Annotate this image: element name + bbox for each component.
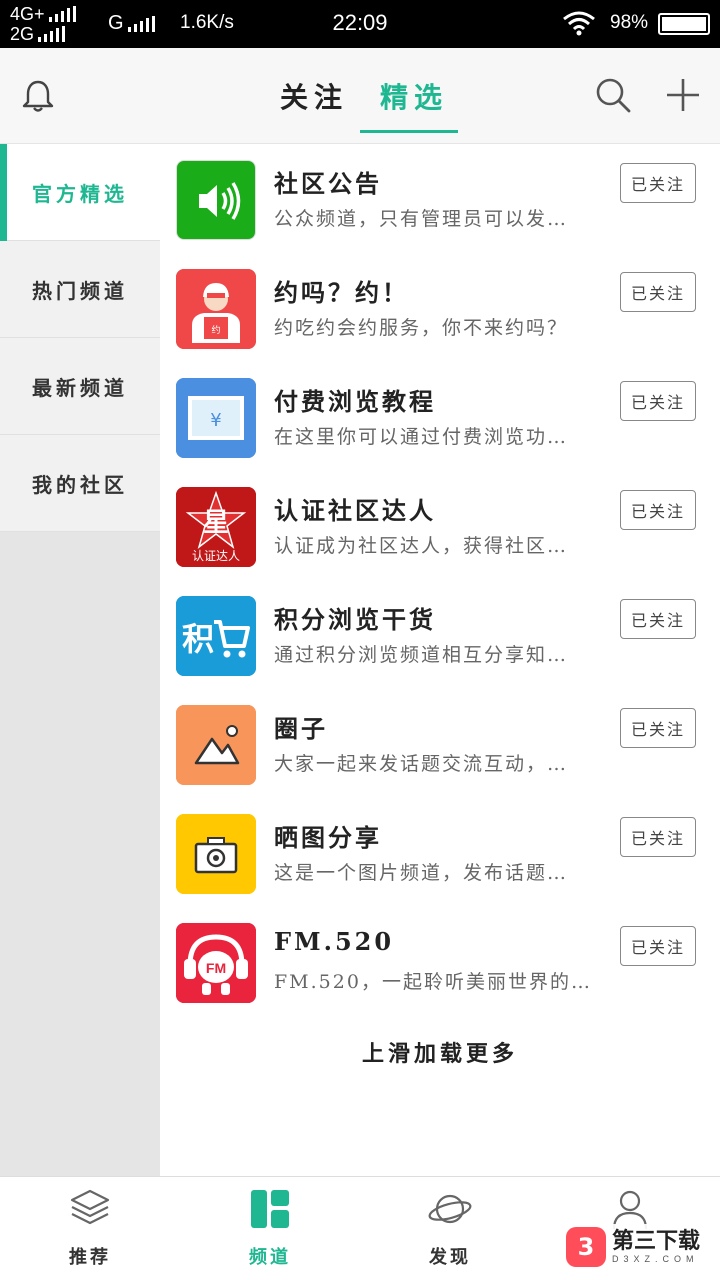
mountain-picture-icon: [176, 705, 256, 785]
bottom-tab-recommend[interactable]: 推荐: [0, 1177, 180, 1280]
channel-description: 大家一起来发话题交流互动，…: [274, 753, 569, 775]
site-watermark: 3 第三下载 D3XZ.COM: [566, 1224, 716, 1270]
camera-icon: [176, 814, 256, 894]
layers-icon: [70, 1189, 110, 1225]
worker-icon: 约: [176, 269, 256, 349]
star-char-text: 星: [203, 508, 229, 538]
followed-button[interactable]: 已关注: [620, 708, 696, 748]
tab-follow[interactable]: 关注: [280, 76, 348, 116]
bottom-tab-label: 频道: [249, 1247, 291, 1268]
channel-grid-icon: [251, 1190, 289, 1228]
tab-featured[interactable]: 精选: [380, 76, 448, 116]
channel-description: 在这里你可以通过付费浏览功…: [274, 426, 569, 448]
channel-title: 晒图分享: [274, 823, 382, 852]
search-icon[interactable]: [594, 76, 632, 114]
watermark-logo: 3: [566, 1227, 606, 1267]
followed-button[interactable]: 已关注: [620, 490, 696, 530]
list-item[interactable]: 积 积分浏览干货 通过积分浏览频道相互分享知… 已关注: [160, 580, 720, 689]
fm-label-text: FM: [206, 960, 226, 976]
fm-headphone-icon: FM: [176, 923, 256, 1003]
list-item[interactable]: ¥ 付费浏览教程 在这里你可以通过付费浏览功… 已关注: [160, 362, 720, 471]
followed-button[interactable]: 已关注: [620, 272, 696, 312]
channel-description: FM.520，一起聆听美丽世界的…: [274, 971, 592, 993]
channel-title: 付费浏览教程: [274, 387, 436, 416]
channel-description: 认证成为社区达人，获得社区…: [274, 535, 569, 557]
bottom-tab-label: 发现: [429, 1247, 471, 1268]
channel-list: 社区公告 公众频道，只有管理员可以发… 已关注 约 约吗？约！ 约吃约会约服务，…: [160, 144, 720, 1176]
points-cart-icon: 积: [176, 596, 256, 676]
active-tab-indicator: [360, 130, 458, 133]
speaker-icon: [176, 160, 256, 240]
status-bar: 4G+ 2G G 1.6K/s 22:09 98%: [0, 0, 720, 48]
channel-title: 认证社区达人: [274, 496, 436, 525]
channel-description: 公众频道，只有管理员可以发…: [274, 208, 569, 230]
battery-percent: 98%: [610, 12, 649, 33]
bottom-tab-discover[interactable]: 发现: [360, 1177, 540, 1280]
sidebar-item-my-community[interactable]: 我的社区: [0, 435, 160, 532]
channel-title: 圈子: [274, 714, 328, 743]
followed-button[interactable]: 已关注: [620, 817, 696, 857]
followed-button[interactable]: 已关注: [620, 381, 696, 421]
planet-icon: [428, 1194, 472, 1224]
svg-text:¥: ¥: [210, 410, 221, 431]
list-item[interactable]: 约 约吗？约！ 约吃约会约服务，你不来约吗？ 已关注: [160, 253, 720, 362]
wifi-icon: [563, 11, 595, 36]
list-item[interactable]: 晒图分享 这是一个图片频道，发布话题… 已关注: [160, 798, 720, 907]
yen-screen-icon: ¥: [176, 378, 256, 458]
followed-button[interactable]: 已关注: [620, 163, 696, 203]
channel-description: 通过积分浏览频道相互分享知…: [274, 644, 569, 666]
load-more-hint: 上滑加载更多: [361, 1041, 518, 1067]
watermark-url: D3XZ.COM: [612, 1254, 699, 1264]
sidebar-item-new-channels[interactable]: 最新频道: [0, 338, 160, 435]
add-icon[interactable]: [664, 76, 702, 114]
watermark-title: 第三下载: [612, 1229, 701, 1254]
bottom-tab-label: 推荐: [69, 1247, 111, 1268]
list-item[interactable]: 圈子 大家一起来发话题交流互动，… 已关注: [160, 689, 720, 798]
list-item[interactable]: 星 认证达人 认证社区达人 认证成为社区达人，获得社区… 已关注: [160, 471, 720, 580]
sidebar-item-hot-channels[interactable]: 热门频道: [0, 241, 160, 338]
star-badge-icon: 星 认证达人: [176, 487, 256, 567]
worker-tag-text: 约: [211, 324, 220, 336]
channel-title: 积分浏览干货: [274, 605, 436, 634]
top-header: 关注 精选: [0, 48, 720, 144]
points-char-text: 积: [182, 620, 214, 658]
channel-description: 这是一个图片频道，发布话题…: [274, 862, 569, 884]
followed-button[interactable]: 已关注: [620, 926, 696, 966]
followed-button[interactable]: 已关注: [620, 599, 696, 639]
bell-icon[interactable]: [20, 78, 56, 114]
channel-category-sidebar: 官方精选 热门频道 最新频道 我的社区: [0, 144, 160, 1176]
bottom-tab-channels[interactable]: 频道: [180, 1177, 360, 1280]
star-label-text: 认证达人: [192, 549, 240, 563]
channel-description: 约吃约会约服务，你不来约吗？: [274, 317, 569, 339]
list-item[interactable]: 社区公告 公众频道，只有管理员可以发… 已关注: [160, 144, 720, 253]
channel-title: FM.520: [274, 927, 395, 956]
sidebar-item-official-picks[interactable]: 官方精选: [0, 144, 160, 241]
list-item[interactable]: FM FM.520 FM.520，一起聆听美丽世界的… 已关注: [160, 907, 720, 1016]
battery-icon: [658, 13, 710, 35]
channel-title: 约吗？约！: [274, 278, 409, 307]
channel-title: 社区公告: [274, 169, 382, 198]
